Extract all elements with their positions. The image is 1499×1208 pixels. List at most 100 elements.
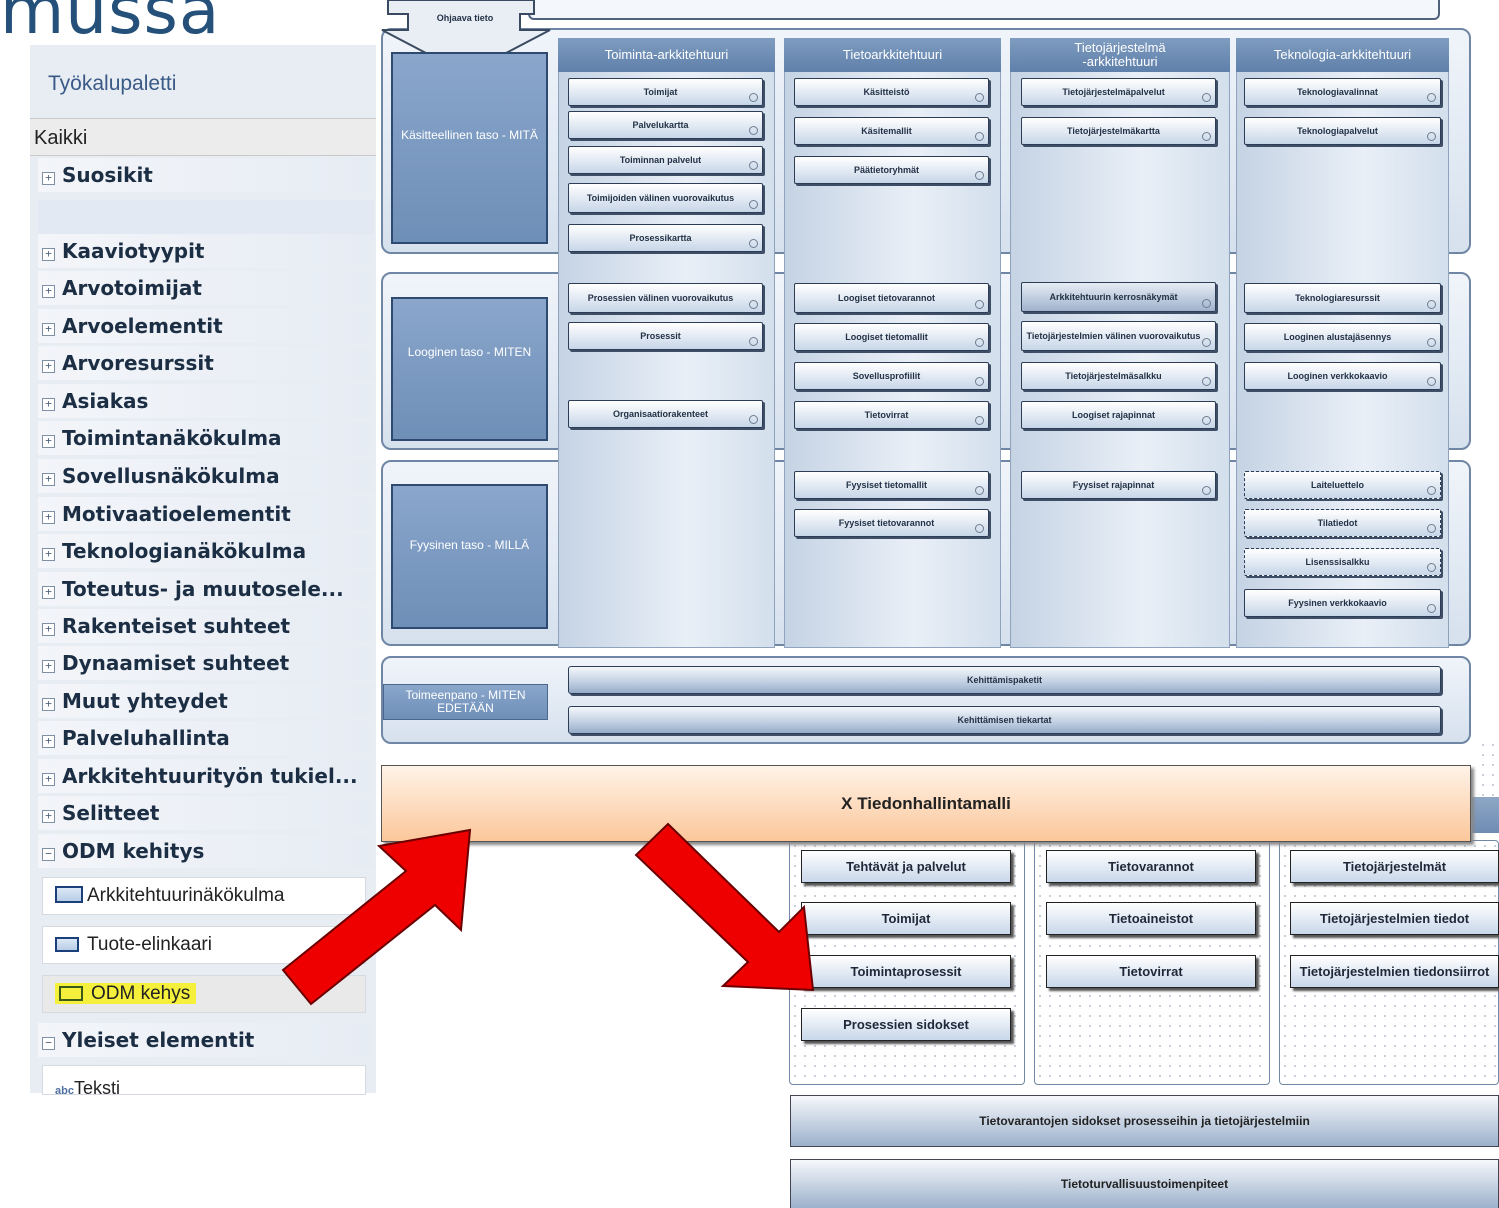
model-bar-tietoturva[interactable]: Tietoturvallisuustoimenpiteet [790,1159,1499,1208]
expand-icon: + [42,586,55,599]
category-arvoelementit[interactable]: + Arvoelementit [38,309,374,343]
diagram-box[interactable]: Tilatiedot [1244,509,1441,537]
category-teknologianakokulma[interactable]: + Teknologianäkökulma [38,534,374,568]
column-header: Tietoarkkitehtuuri [784,38,1001,72]
model-box[interactable]: Toimintaprosessit [801,955,1011,988]
diagram-box[interactable]: Palvelukartta [568,111,763,139]
ohjaava-tieto-label: Ohjaava tieto [436,13,494,23]
model-box[interactable]: Tietojärjestelmät [1290,850,1499,883]
tool-teksti[interactable]: abcTeksti [42,1065,366,1095]
model-box[interactable]: Toimijat [801,902,1011,935]
diagram-box[interactable]: Loogiset rajapinnat [1021,401,1216,429]
category-rakenteiset-suhteet[interactable]: + Rakenteiset suhteet [38,609,374,643]
red-arrow-icon [281,828,472,1006]
diagram-box[interactable]: Lisenssisalkku [1244,548,1441,576]
category-asiakas[interactable]: + Asiakas [38,384,374,418]
category-dynaamiset-suhteet[interactable]: + Dynaamiset suhteet [38,646,374,680]
diagram-box[interactable]: Looginen alustajäsennys [1244,323,1441,351]
expand-icon: + [42,285,55,298]
diagram-box[interactable]: Toimijoiden välinen vuorovaikutus [568,183,763,213]
palette-empty-area [38,200,374,234]
ohjaava-tieto-bar[interactable] [528,0,1440,20]
category-yleiset-elementit[interactable]: − Yleiset elementit [38,1023,374,1057]
diagram-box[interactable]: Prosessit [568,322,763,350]
diagram-box[interactable]: Fyysinen verkkokaavio [1244,589,1441,617]
diagram-box[interactable]: Looginen verkkokaavio [1244,362,1441,390]
diagram-box[interactable]: Käsitemallit [794,117,989,145]
category-suosikit[interactable]: + Suosikit [38,158,374,192]
category-toimintanakokulma[interactable]: + Toimintanäkökulma [38,421,374,455]
category-motivaatioelementit[interactable]: + Motivaatioelementit [38,497,374,531]
category-arkkitehtuurityon-tukielementit[interactable]: + Arkkitehtuurityön tukiel... [38,759,374,793]
model-box[interactable]: Tietovarannot [1046,850,1256,883]
expand-icon: + [42,323,55,336]
model-box[interactable]: Tietojärjestelmien tiedot [1290,902,1499,935]
expand-icon: + [42,398,55,411]
diagram-box[interactable]: Prosessien välinen vuorovaikutus [568,283,763,313]
diagram-box[interactable]: Organisaatiorakenteet [568,400,763,428]
diagram-box[interactable]: Toiminnan palvelut [568,146,763,174]
diagram-box[interactable]: Laiteluettelo [1244,471,1441,499]
diagram-box[interactable]: Prosessikartta [568,224,763,252]
palette-filter-dropdown[interactable]: Kaikki [30,118,376,156]
diagram-box[interactable]: Tietovirrat [794,401,989,429]
expand-icon: + [42,698,55,711]
category-muut-yhteydet[interactable]: + Muut yhteydet [38,684,374,718]
category-arvoresurssit[interactable]: + Arvoresurssit [38,346,374,380]
category-kaaviotyypit[interactable]: + Kaaviotyypit [38,234,374,268]
red-arrow-icon [634,822,815,992]
model-box[interactable]: Tietoaineistot [1046,902,1256,935]
diagram-box[interactable]: Loogiset tietomallit [794,323,989,351]
diagram-box[interactable]: Tietojärjestelmäkartta [1021,117,1216,145]
frame-icon [55,886,83,903]
diagram-box[interactable]: Arkkitehtuurin kerrosnäkymät [1021,282,1216,312]
category-palveluhallinta[interactable]: + Palveluhallinta [38,721,374,755]
text-tool-icon: abc [55,1085,74,1095]
diagram-box[interactable]: Päätietoryhmät [794,156,989,184]
diagram-box[interactable]: Fyysiset tietovarannot [794,509,989,537]
row-label-toimeenpano: Toimeenpano - MITEN EDETÄÄN [383,684,548,720]
diagram-box[interactable]: Tietojärjestelmäsalkku [1021,362,1216,390]
diagram-box[interactable]: Teknologiapalvelut [1244,117,1441,145]
slide-title: mussa [0,0,221,49]
collapse-icon: − [42,848,55,861]
frame-icon [55,937,79,952]
expand-icon: + [42,548,55,561]
diagram-box[interactable]: Tietojärjestelmien välinen vuorovaikutus [1021,321,1216,351]
row-label-kasitteellinen: Käsitteellinen taso - MITÄ [391,52,548,244]
expand-icon: + [42,810,55,823]
model-box[interactable]: Tehtävät ja palvelut [801,850,1011,883]
kehittamisen-tiekartat-bar[interactable]: Kehittämisen tiekartat [568,706,1441,734]
model-box[interactable]: Prosessien sidokset [801,1008,1011,1041]
model-box[interactable]: Tietojärjestelmien tiedonsiirrot [1290,955,1499,988]
row-label-looginen: Looginen taso - MITEN [391,297,548,441]
diagram-box[interactable]: Fyysiset rajapinnat [1021,471,1216,499]
model-box[interactable]: Tietovirrat [1046,955,1256,988]
row-label-fyysinen: Fyysinen taso - MILLÄ [391,484,548,629]
diagram-box[interactable]: Tietojärjestelmäpalvelut [1021,78,1216,106]
expand-icon: + [42,511,55,524]
expand-icon: + [42,172,55,185]
category-sovellusnakokulma[interactable]: + Sovellusnäkökulma [38,459,374,493]
diagram-box[interactable]: Loogiset tietovarannot [794,283,989,313]
palette-title: Työkalupaletti [48,72,177,95]
category-arvotoimijat[interactable]: + Arvotoimijat [38,271,374,305]
diagram-box[interactable]: Teknologiavalinnat [1244,78,1441,106]
diagram-box[interactable]: Käsitteistö [794,78,989,106]
diagram-box[interactable]: Sovellusprofiilit [794,362,989,390]
kehittamispaketit-bar[interactable]: Kehittämispaketit [568,666,1441,694]
tiedonhallintamalli-banner[interactable]: X Tiedonhallintamalli [381,765,1471,842]
diagram-box[interactable]: Fyysiset tietomallit [794,471,989,499]
expand-icon: + [42,773,55,786]
category-toteutus[interactable]: + Toteutus- ja muutosele... [38,572,374,606]
category-selitteet[interactable]: + Selitteet [38,796,374,830]
column-header: Tietojärjestelmä -arkkitehtuuri [1010,38,1230,72]
model-bar-sidokset[interactable]: Tietovarantojen sidokset prosesseihin ja… [790,1095,1499,1147]
highlight-marker: ODM kehys [55,983,197,1004]
diagram-box[interactable]: Toimijat [568,78,763,106]
diagram-box[interactable]: Teknologiaresurssit [1244,283,1441,313]
expand-icon: + [42,473,55,486]
model-header-strip [1472,797,1499,833]
column-header: Toiminta-arkkitehtuuri [558,38,775,72]
column-header: Teknologia-arkkitehtuuri [1236,38,1449,72]
